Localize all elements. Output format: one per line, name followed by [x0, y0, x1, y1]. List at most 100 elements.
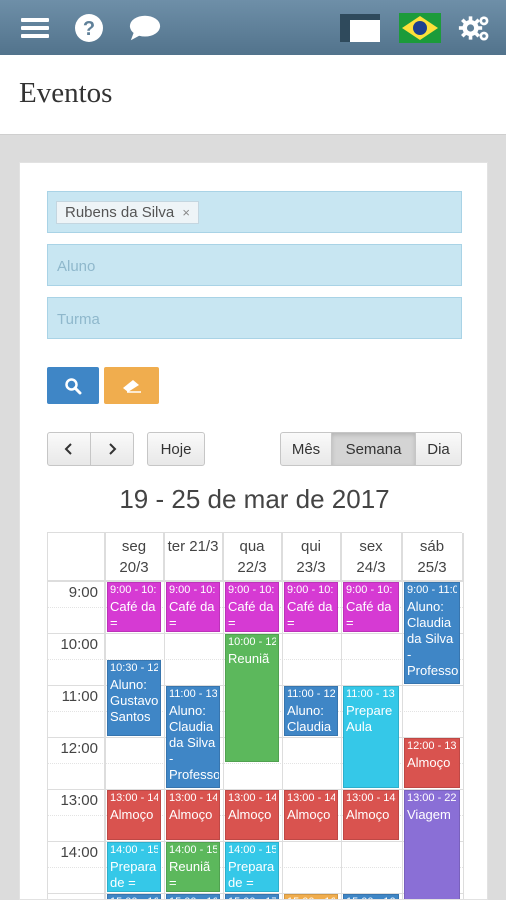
event-title: Café da = [169, 599, 215, 630]
event-time: 9:00 - 10: [110, 584, 157, 596]
calendar-event[interactable]: 13:00 - 22 Viagem [404, 790, 460, 899]
eraser-icon [122, 379, 141, 393]
event-title: Almoço [110, 807, 154, 822]
calendar-event[interactable]: 13:00 - 14 Almoço [107, 790, 161, 840]
calendar-event[interactable]: 15:00 - 16 [284, 894, 338, 899]
half-hour-line [48, 763, 463, 764]
calendar-event[interactable]: 13:00 - 14 Almoço [166, 790, 220, 840]
chat-icon[interactable] [128, 11, 162, 45]
today-button[interactable]: Hoje [147, 432, 205, 466]
calendar-event[interactable]: 14:00 - 15 Prepara de = [107, 842, 161, 892]
selected-person-chip: Rubens da Silva × [56, 201, 199, 224]
day-date: 22/3 [237, 559, 267, 576]
day-column-line [105, 533, 106, 899]
calendar-event[interactable]: 13:00 - 14 Almoço [284, 790, 338, 840]
prev-week-button[interactable] [47, 432, 91, 466]
tab-month[interactable]: Mês [280, 432, 332, 466]
remove-person-icon[interactable]: × [182, 205, 190, 220]
calendar-event[interactable]: 9:00 - 10: Café da = [284, 582, 338, 632]
event-time: 11:00 - 12 [287, 688, 335, 700]
day-header-sex[interactable]: sex 24/3 [341, 533, 402, 581]
event-time: 14:00 - 15 [169, 844, 217, 856]
day-header-qua[interactable]: qua 22/3 [223, 533, 282, 581]
day-column-line [341, 533, 342, 899]
clear-button[interactable] [104, 367, 159, 404]
chevron-left-icon [64, 443, 72, 455]
event-title: Almoço [169, 807, 213, 822]
day-column-line [223, 533, 224, 899]
event-time: 15:00 - 16 [110, 896, 158, 899]
tab-week[interactable]: Semana [331, 432, 416, 466]
event-time: 13:00 - 14 [110, 792, 158, 804]
event-time: 9:00 - 10: [287, 584, 334, 596]
calendar-range-title: 19 - 25 de mar de 2017 [119, 484, 390, 514]
window-icon[interactable] [338, 11, 382, 45]
calendar-event[interactable]: 11:00 - 13 Aluno: Claudia da Silva - Prof… [166, 686, 220, 788]
event-time: 10:00 - 12 [228, 636, 276, 648]
day-column-line [282, 533, 283, 899]
event-time: 11:00 - 13 [346, 688, 395, 700]
day-date: 24/3 [356, 559, 386, 576]
events-card: Rubens da Silva × Aluno Turma Hoje Mês S… [19, 162, 488, 900]
help-icon[interactable]: ? [72, 11, 106, 45]
calendar-event[interactable]: 15:00 - 17 [225, 894, 279, 899]
day-column-line [463, 533, 464, 899]
event-title: Reuniã = [169, 859, 211, 890]
search-button[interactable] [47, 367, 99, 404]
calendar-event[interactable]: 10:00 - 12 Reuniã [225, 634, 279, 762]
calendar-event[interactable]: 11:00 - 12 Aluno: Claudia [284, 686, 338, 736]
day-header-sáb[interactable]: sáb 25/3 [402, 533, 463, 581]
event-time: 15:00 - 16 [169, 896, 217, 899]
title-bar: Eventos [0, 55, 506, 135]
event-title: Café da = [287, 599, 333, 630]
event-title: Prepara de = [110, 859, 157, 890]
turma-field[interactable]: Turma [47, 297, 462, 339]
aluno-field[interactable]: Aluno [47, 244, 462, 286]
week-calendar-grid: seg 20/3 ter 21/3 qua 22/3 qui 23/3 sex 24/3 sáb 2… [47, 532, 464, 899]
event-title: Café da = [110, 599, 156, 630]
calendar-event[interactable]: 9:00 - 10: Café da = [343, 582, 399, 632]
event-time: 14:00 - 15 [228, 844, 276, 856]
calendar-event[interactable]: 15:00 - 16 [107, 894, 161, 899]
calendar-event[interactable]: 10:30 - 12 Aluno: Gustavo Santos [107, 660, 161, 736]
calendar-event[interactable]: 15:00 - 16 [166, 894, 220, 899]
event-time: 13:00 - 14 [346, 792, 396, 804]
turma-placeholder: Turma [57, 311, 100, 328]
chevron-right-icon [109, 443, 117, 455]
time-label: 9:00 [48, 581, 105, 633]
day-name: qua [239, 538, 265, 555]
brazil-flag-icon[interactable] [398, 11, 442, 45]
settings-icon[interactable] [458, 11, 492, 45]
top-bar: ? [0, 0, 506, 55]
day-header-qui[interactable]: qui 23/3 [282, 533, 341, 581]
calendar-event[interactable]: 11:00 - 13 Prepare Aula [343, 686, 399, 788]
search-icon [65, 377, 82, 394]
day-date: 23/3 [296, 559, 326, 576]
calendar-event[interactable]: 9:00 - 10: Café da = [107, 582, 161, 632]
calendar-event[interactable]: 13:00 - 14 Almoço [225, 790, 279, 840]
event-title: Café da = [228, 599, 274, 630]
calendar-event[interactable]: 9:00 - 10: Café da = [225, 582, 279, 632]
calendar-event[interactable]: 12:00 - 13 Almoço [404, 738, 460, 788]
event-time: 14:00 - 15 [110, 844, 158, 856]
day-header-ter[interactable]: ter 21/3 [164, 533, 223, 581]
event-time: 15:00 - 16 [346, 896, 396, 899]
next-week-button[interactable] [90, 432, 134, 466]
person-field[interactable]: Rubens da Silva × [47, 191, 462, 233]
event-title: Viagem [407, 807, 451, 822]
calendar-event[interactable]: 15:00 - 16 [343, 894, 399, 899]
calendar-event[interactable]: 14:00 - 15 Prepara de = [225, 842, 279, 892]
event-title: Café da = [346, 599, 392, 630]
day-header-seg[interactable]: seg 20/3 [105, 533, 164, 581]
time-label: 14:00 [48, 841, 105, 893]
day-name: ter 21/3 [167, 538, 219, 555]
menu-icon[interactable] [18, 11, 52, 45]
calendar-event[interactable]: 13:00 - 14 Almoço [343, 790, 399, 840]
event-time: 11:00 - 13 [169, 688, 217, 700]
event-time: 13:00 - 14 [228, 792, 276, 804]
calendar-event[interactable]: 9:00 - 10: Café da = [166, 582, 220, 632]
tab-day[interactable]: Dia [415, 432, 462, 466]
calendar-event[interactable]: 14:00 - 15 Reuniã = [166, 842, 220, 892]
calendar-event[interactable]: 9:00 - 11:0 Aluno: Claudia da Silva - Pro… [404, 582, 460, 684]
time-label: 10:00 [48, 633, 105, 685]
